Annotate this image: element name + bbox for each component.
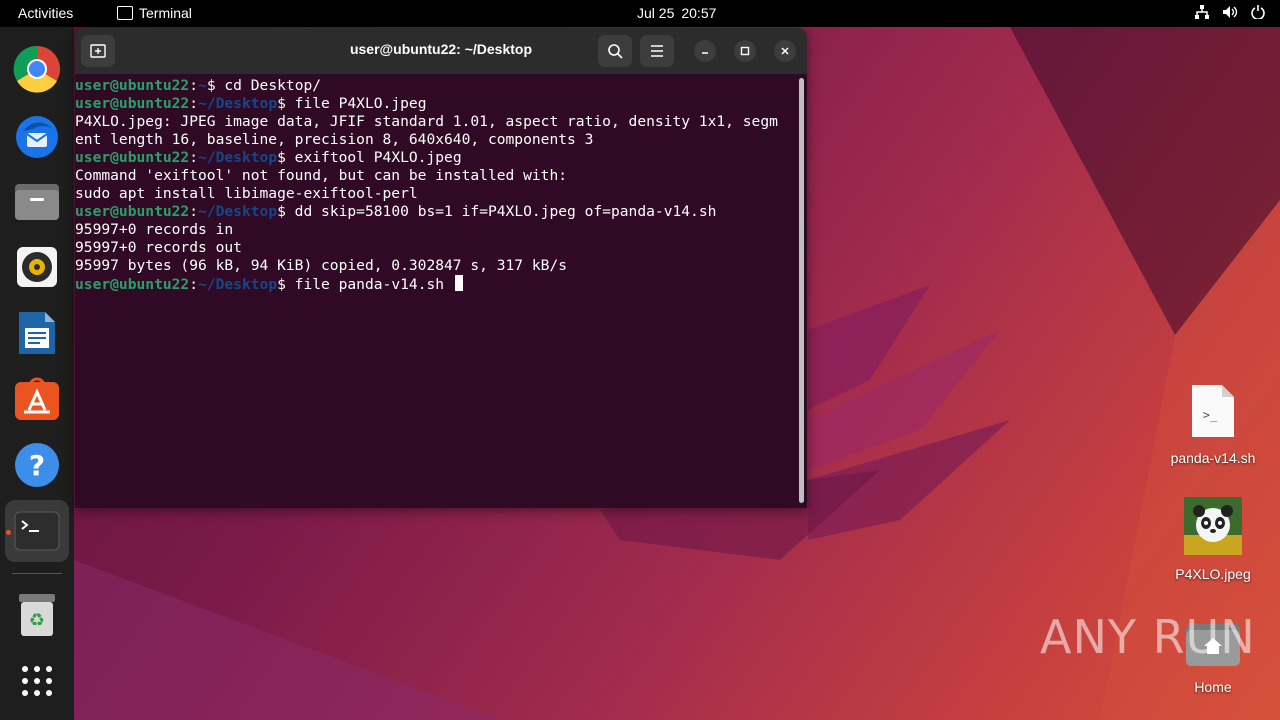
search-button[interactable] — [598, 35, 632, 67]
terminal-icon[interactable] — [5, 500, 69, 562]
activities-button[interactable]: Activities — [18, 5, 73, 21]
maximize-icon — [740, 46, 750, 56]
top-bar: Activities Terminal Jul 25 20:57 — [0, 0, 1280, 27]
app-name: Terminal — [139, 5, 192, 21]
desktop-icon-label: Home — [1194, 679, 1232, 695]
terminal-headerbar[interactable]: user@ubuntu22: ~/Desktop — [75, 28, 807, 74]
power-icon — [1250, 4, 1266, 20]
chrome-icon[interactable] — [11, 43, 63, 95]
volume-icon — [1222, 4, 1238, 20]
terminal-line: ent length 16, baseline, precision 8, 64… — [75, 131, 594, 148]
clock[interactable]: Jul 25 20:57 — [637, 5, 716, 21]
terminal-line: P4XLO.jpeg: JPEG image data, JFIF standa… — [75, 113, 778, 130]
terminal-line: user@ubuntu22:~$ cd Desktop/ — [75, 77, 322, 94]
hamburger-icon — [651, 45, 663, 57]
svg-text:>_: >_ — [1203, 408, 1218, 422]
clock-date: Jul 25 — [637, 5, 675, 21]
desktop-icon-p4xlo-jpeg[interactable]: P4XLO.jpeg — [1168, 497, 1258, 582]
app-grid-icon[interactable] — [11, 655, 63, 707]
help-icon[interactable]: ? — [11, 439, 63, 491]
thunderbird-icon[interactable] — [11, 109, 63, 161]
close-button[interactable] — [774, 40, 796, 62]
terminal-window[interactable]: user@ubuntu22: ~/Desktop user@ubuntu22:~… — [75, 28, 807, 508]
clock-time: 20:57 — [681, 5, 717, 21]
minimize-icon — [702, 52, 708, 54]
maximize-button[interactable] — [734, 40, 756, 62]
svg-text:♻: ♻ — [29, 610, 45, 631]
writer-icon[interactable] — [11, 307, 63, 359]
running-indicator — [6, 530, 11, 535]
minimize-button[interactable] — [694, 40, 716, 62]
app-center-icon[interactable] — [11, 373, 63, 425]
search-icon — [608, 44, 623, 59]
anyrun-watermark: ANY RUN — [1040, 610, 1256, 664]
trash-icon[interactable]: ♻ — [11, 589, 63, 641]
terminal-line: user@ubuntu22:~/Desktop$ exiftool P4XLO.… — [75, 149, 462, 166]
terminal-prompt-line[interactable]: user@ubuntu22:~/Desktop$ file panda-v14.… — [75, 275, 797, 293]
terminal-line: sudo apt install libimage-exiftool-perl — [75, 185, 418, 202]
terminal-line: 95997+0 records out — [75, 239, 242, 256]
rhythmbox-icon[interactable] — [11, 241, 63, 293]
desktop-icon-label: P4XLO.jpeg — [1175, 566, 1251, 582]
script-file-icon: >_ — [1192, 385, 1234, 437]
dock-separator — [12, 573, 62, 574]
terminal-line: 95997+0 records in — [75, 221, 234, 238]
dock: ? ♻ — [0, 27, 74, 720]
terminal-line: 95997 bytes (96 kB, 94 KiB) copied, 0.30… — [75, 257, 568, 274]
system-menu[interactable] — [1194, 4, 1266, 20]
text-cursor — [454, 275, 463, 291]
terminal-scrollbar[interactable] — [799, 78, 804, 503]
close-icon — [781, 47, 789, 55]
terminal-line: user@ubuntu22:~/Desktop$ file P4XLO.jpeg — [75, 95, 427, 112]
terminal-app-icon — [117, 6, 133, 20]
files-icon[interactable] — [11, 175, 63, 227]
svg-text:?: ? — [29, 449, 45, 482]
terminal-output[interactable]: user@ubuntu22:~$ cd Desktop/ user@ubuntu… — [75, 74, 797, 508]
network-icon — [1194, 4, 1210, 20]
panda-image-thumbnail-icon — [1184, 497, 1242, 555]
desktop-icon-label: panda-v14.sh — [1170, 450, 1256, 466]
menu-button[interactable] — [640, 35, 674, 67]
app-menu[interactable]: Terminal — [117, 5, 192, 21]
terminal-line: user@ubuntu22:~/Desktop$ dd skip=58100 b… — [75, 203, 717, 220]
terminal-line: Command 'exiftool' not found, but can be… — [75, 167, 568, 184]
desktop-icon-panda-v14-sh[interactable]: >_ panda-v14.sh — [1168, 383, 1258, 466]
